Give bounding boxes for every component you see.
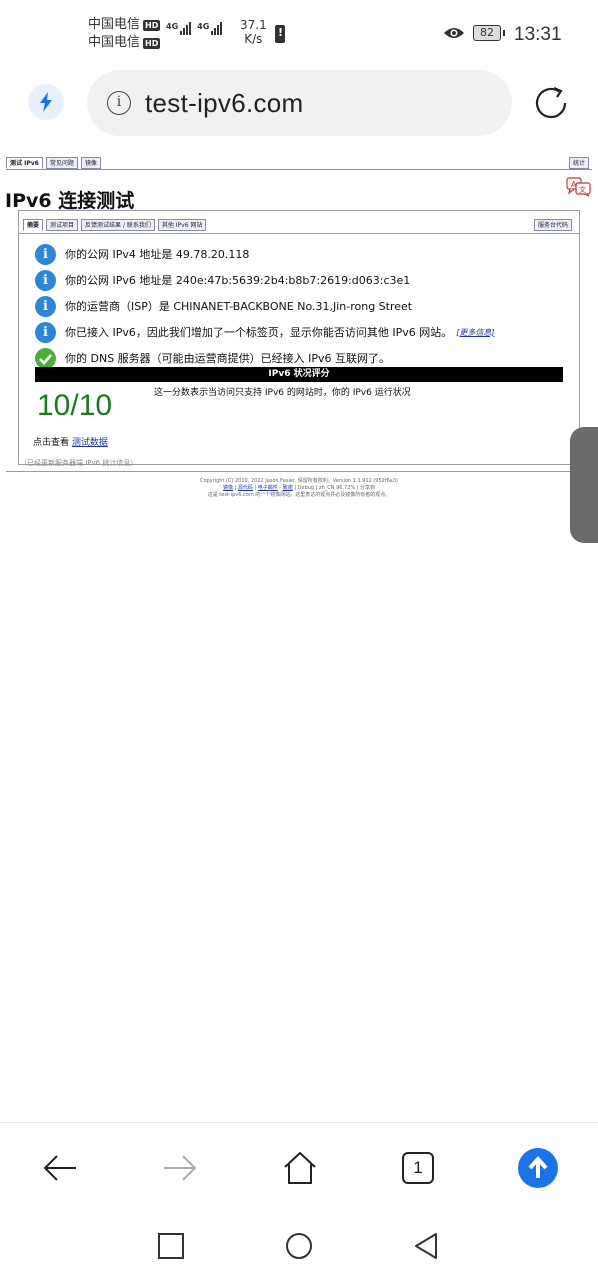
network-type-1: 4G (166, 22, 179, 31)
home-button[interactable] (280, 1148, 320, 1188)
top-nav-tabs: 测试 IPv6 常见问题 镜像 (6, 157, 101, 169)
test-data-link[interactable]: 测试数据 (72, 438, 108, 448)
forward-button[interactable] (160, 1148, 200, 1188)
lightning-icon[interactable] (28, 84, 64, 120)
battery-icon: 82 (473, 25, 505, 41)
tabs-button[interactable]: 1 (398, 1148, 438, 1188)
locale-info: zh_CN 96.72% | 分享到 (318, 485, 376, 491)
mirrors-link[interactable]: 镜像 (223, 485, 233, 491)
address-bar[interactable]: i test-ipv6.com (87, 70, 512, 136)
divider (19, 233, 579, 234)
clock: 13:31 (514, 24, 562, 45)
notification-icon (275, 25, 285, 43)
status-bar: 中国电信HD 中国电信HD 4G 4G 37.1 K/s 82 13:31 (0, 0, 598, 66)
info-icon: i (35, 243, 56, 265)
copyright-line: Copyright (C) 2010, 2022 Jason Fesler. 保… (200, 478, 398, 484)
divider (6, 169, 592, 170)
speed-value: 37.1 (240, 18, 267, 32)
check-icon (35, 347, 56, 369)
network-type-2: 4G (197, 22, 210, 31)
score-header: IPv6 状况评分 (35, 367, 563, 382)
page-title: IPv6 连接测试 (5, 190, 135, 212)
result-text: 你的公网 IPv4 地址是 49.78.20.118 (65, 248, 250, 261)
tab-summary[interactable]: 摘要 (23, 219, 44, 231)
score-value: 10/10 (37, 389, 113, 422)
result-text: 你的 DNS 服务器（可能由运营商提供）已经接入 IPv6 互联网了。 (65, 352, 391, 365)
copyright-footer: Copyright (C) 2010, 2022 Jason Fesler. 保… (0, 478, 598, 499)
svg-text:A: A (571, 180, 577, 189)
result-text: 你已接入 IPv6，因此我们增加了一个标签页，显示你能否访问其他 IPv6 网站… (65, 326, 453, 339)
signal-bars-icon: 4G (166, 22, 192, 35)
footer-links: 镜像 | 源代码 | 电子邮件 - 致谢 | Debug | zh_CN 96.… (222, 485, 376, 491)
list-item: i 你的运营商（ISP）是 CHINANET-BACKBONE No.31,Ji… (35, 293, 495, 319)
network-speed: 37.1 K/s (240, 18, 267, 46)
recents-icon[interactable] (157, 1232, 185, 1260)
sub-nav-tabs: 摘要 测试项目 反馈测试结果 / 联系我们 其他 IPv6 网站 (23, 219, 207, 231)
list-item: i 你已接入 IPv6，因此我们增加了一个标签页，显示你能否访问其他 IPv6 … (35, 319, 495, 345)
carrier-info: 中国电信 HD 中国电信 HD (88, 16, 161, 52)
tab-tests-run[interactable]: 测试项目 (46, 219, 79, 231)
site-info-icon[interactable]: i (107, 91, 131, 115)
tab-mirrors[interactable]: 镜像 (80, 157, 101, 169)
list-item: i 你的公网 IPv4 地址是 49.78.20.118 (35, 241, 495, 267)
home-circle-icon[interactable] (285, 1232, 313, 1260)
reload-icon[interactable] (532, 84, 570, 122)
tab-helpdesk-code[interactable]: 服务台代码 (534, 219, 573, 231)
translate-icon[interactable]: A 文 (566, 177, 592, 197)
tab-test-ipv6[interactable]: 测试 IPv6 (6, 157, 43, 169)
result-text: 你的运营商（ISP）是 CHINANET-BACKBONE No.31,Jin-… (65, 300, 413, 313)
arrow-up-icon (518, 1148, 558, 1188)
divider (0, 1122, 598, 1123)
upload-button[interactable] (518, 1148, 558, 1188)
side-panel-handle[interactable] (570, 427, 598, 543)
score-description: 这一分数表示当访问只支持 IPv6 的网站时，你的 IPv6 运行状况 (154, 388, 411, 398)
credits-link[interactable]: 致谢 (283, 485, 293, 491)
signal-indicators: 4G 4G (166, 22, 223, 35)
url-text[interactable]: test-ipv6.com (145, 88, 304, 119)
result-list: i 你的公网 IPv4 地址是 49.78.20.118 i 你的公网 IPv6… (35, 241, 495, 371)
info-icon: i (35, 321, 56, 343)
result-text: 你的公网 IPv6 地址是 240e:47b:5639:2b4:b8b7:261… (65, 274, 411, 287)
arrow-left-icon (43, 1155, 76, 1181)
mirror-notice: 这是 test-ipv6.com 的一个镜像网站。这里表达的观点并必及镜像所有者… (207, 492, 391, 498)
eye-icon (444, 28, 464, 38)
list-item: i 你的公网 IPv6 地址是 240e:47b:5639:2b4:b8b7:2… (35, 267, 495, 293)
email-link[interactable]: 电子邮件 (258, 485, 278, 491)
test-data-line: 点击查看 测试数据 (33, 435, 108, 448)
divider (6, 471, 592, 472)
signal-bars-icon: 4G (197, 22, 223, 35)
back-triangle-icon[interactable] (412, 1232, 440, 1260)
results-panel: 摘要 测试项目 反馈测试结果 / 联系我们 其他 IPv6 网站 服务台代码 i… (18, 210, 580, 465)
tab-other-ipv6-sites[interactable]: 其他 IPv6 网站 (157, 219, 207, 231)
back-button[interactable] (40, 1148, 80, 1188)
svg-text:文: 文 (579, 185, 586, 194)
hd-badge: HD (143, 37, 161, 49)
arrow-right-icon (164, 1155, 197, 1181)
tab-count: 1 (402, 1152, 434, 1184)
tab-stats[interactable]: 统计 (569, 157, 590, 169)
tab-faq[interactable]: 常见问题 (45, 157, 78, 169)
speed-unit: K/s (244, 32, 263, 46)
tab-feedback[interactable]: 反馈测试结果 / 联系我们 (81, 219, 155, 231)
carrier-1-label: 中国电信 (88, 17, 141, 32)
info-icon: i (35, 269, 56, 291)
hd-badge: HD (143, 19, 161, 31)
stats-note: （已经更新服务器端 IPv6 统计信息） (20, 459, 138, 467)
debug-label[interactable]: Debug | (298, 485, 319, 491)
info-icon: i (35, 295, 56, 317)
detail-prefix: 点击查看 (33, 438, 70, 448)
home-icon (284, 1152, 316, 1184)
more-info-link[interactable]: [更多信息] (456, 327, 494, 338)
carrier-2-label: 中国电信 (88, 35, 141, 50)
source-link[interactable]: 源代码 (238, 485, 253, 491)
